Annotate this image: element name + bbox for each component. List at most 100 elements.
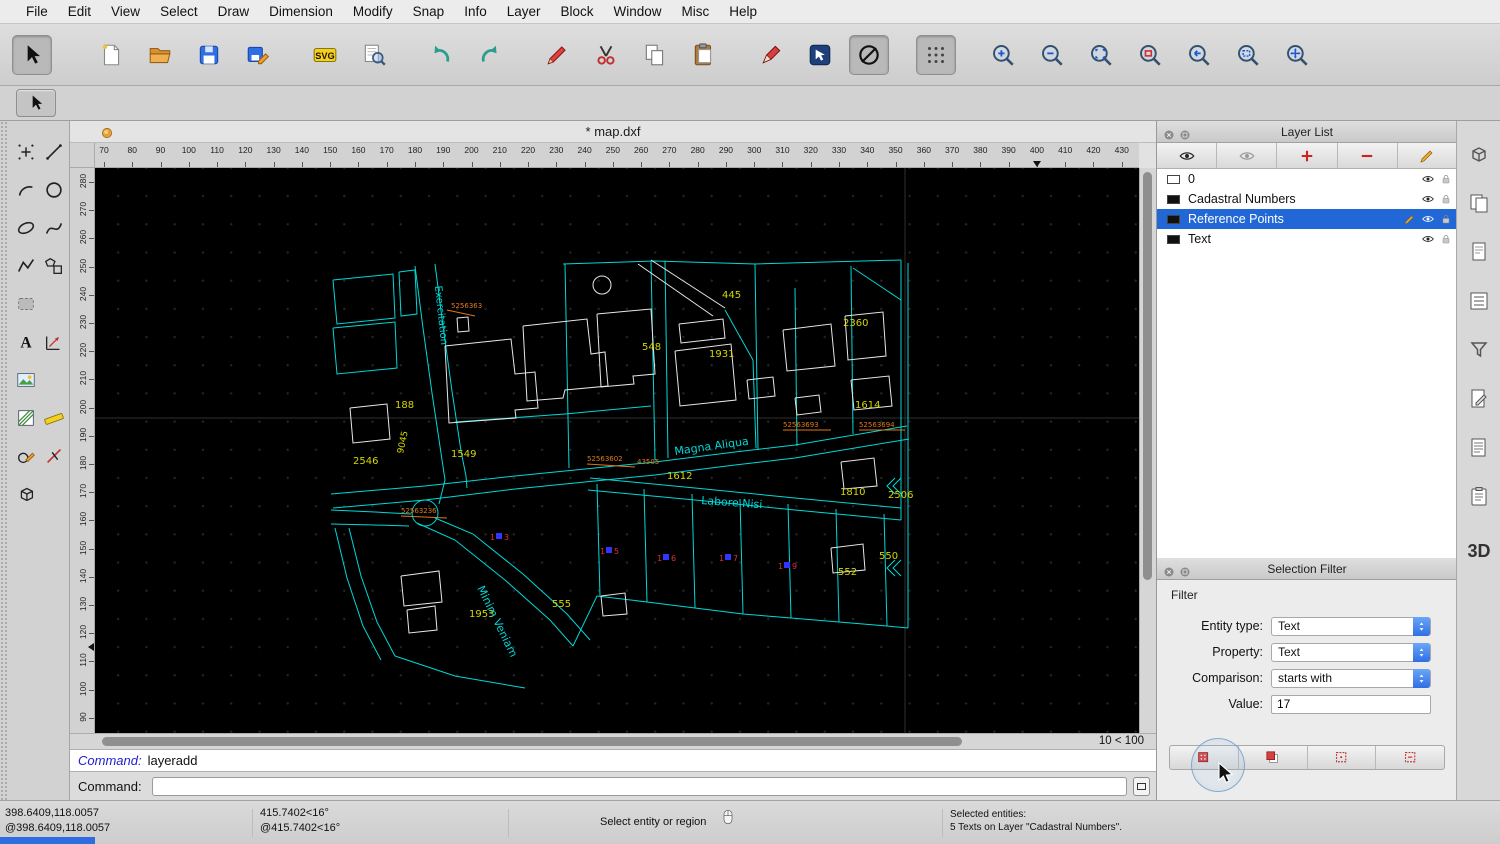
filter-entitytype-dropdown[interactable]: Text (1271, 617, 1431, 636)
edit-pen-button[interactable] (751, 35, 791, 75)
dimension-tool[interactable] (40, 323, 68, 361)
layer-visibility-toggle[interactable] (1421, 232, 1435, 246)
copy-button[interactable] (635, 35, 675, 75)
layer-toolbar-pencil-button[interactable] (1398, 143, 1457, 168)
zoom-in-button[interactable] (983, 35, 1023, 75)
dock-list-button[interactable] (1464, 286, 1494, 316)
selection-filter-close-button[interactable] (1163, 563, 1175, 575)
menu-select[interactable]: Select (150, 0, 208, 24)
ellipse-tool[interactable] (12, 209, 40, 247)
layer-toolbar-plus-button[interactable] (1277, 143, 1337, 168)
layer-row[interactable]: Reference Points (1157, 209, 1457, 229)
polyline-tool[interactable] (12, 247, 40, 285)
grid-toggle-button[interactable] (916, 35, 956, 75)
modify-tool[interactable] (12, 437, 40, 475)
dock-sheet-button[interactable] (1464, 237, 1494, 267)
vertical-scrollbar-thumb[interactable] (1143, 172, 1152, 580)
filter-value-input[interactable] (1271, 695, 1431, 714)
menu-misc[interactable]: Misc (672, 0, 720, 24)
palette-drag-handle[interactable] (0, 121, 8, 800)
command-options-button[interactable] (1133, 777, 1150, 796)
cut-button[interactable] (586, 35, 626, 75)
layer-lock-toggle[interactable] (1440, 193, 1452, 205)
layer-lock-toggle[interactable] (1440, 173, 1452, 185)
layer-toolbar-minus-button[interactable] (1338, 143, 1398, 168)
menu-help[interactable]: Help (719, 0, 767, 24)
menu-view[interactable]: View (101, 0, 150, 24)
layer-lock-toggle[interactable] (1440, 213, 1452, 225)
layer-row[interactable]: Cadastral Numbers (1157, 189, 1457, 209)
zoom-auto-button[interactable] (1081, 35, 1121, 75)
hatch-tool[interactable] (12, 285, 40, 323)
layer-lock-toggle[interactable] (1440, 233, 1452, 245)
dock-cube-button[interactable] (1464, 139, 1494, 169)
save-button[interactable] (189, 35, 229, 75)
drawing-canvas[interactable]: 4452360548193116141882546154990451612181… (95, 168, 1139, 733)
print-preview-button[interactable] (354, 35, 394, 75)
layer-visibility-toggle[interactable] (1421, 192, 1435, 206)
zoom-out-button[interactable] (1032, 35, 1072, 75)
measure-tool[interactable] (40, 399, 68, 437)
divide-tool[interactable] (40, 437, 68, 475)
dock-3d-label[interactable]: 3D (1457, 541, 1500, 562)
filter-deselect-dash-button[interactable] (1376, 746, 1444, 769)
layer-toolbar-eye-button[interactable] (1157, 143, 1217, 168)
layer-visibility-toggle[interactable] (1421, 212, 1435, 226)
new-document-button[interactable] (91, 35, 131, 75)
filter-comparison-dropdown[interactable]: starts with (1271, 669, 1431, 688)
previous-view-button[interactable] (1179, 35, 1219, 75)
menu-window[interactable]: Window (604, 0, 672, 24)
image-tool[interactable] (12, 361, 40, 399)
circle-tool[interactable] (40, 171, 68, 209)
text-tool[interactable]: A (12, 323, 40, 361)
filter-select-button[interactable] (1170, 746, 1239, 769)
dock-clipboard-button[interactable] (1464, 482, 1494, 512)
menu-block[interactable]: Block (551, 0, 604, 24)
menu-draw[interactable]: Draw (208, 0, 260, 24)
menu-info[interactable]: Info (454, 0, 497, 24)
selection-arrow-button[interactable] (12, 35, 52, 75)
shapes-tool[interactable] (40, 247, 68, 285)
hatch-color-tool[interactable] (12, 399, 40, 437)
menu-file[interactable]: File (16, 0, 58, 24)
arc-tool[interactable] (12, 171, 40, 209)
filter-property-dropdown[interactable]: Text (1271, 643, 1431, 662)
open-file-button[interactable] (140, 35, 180, 75)
menu-layer[interactable]: Layer (497, 0, 551, 24)
select-box-button[interactable] (800, 35, 840, 75)
dock-sheet-text-button[interactable] (1464, 433, 1494, 463)
points-tool[interactable] (12, 133, 40, 171)
box3d-tool[interactable] (12, 475, 40, 513)
filter-select-dots-button[interactable] (1308, 746, 1377, 769)
zoom-window-button[interactable] (1228, 35, 1268, 75)
horizontal-scrollbar-thumb[interactable] (102, 737, 962, 746)
paste-button[interactable] (684, 35, 724, 75)
draw-pencil-button[interactable] (537, 35, 577, 75)
svg-export-button[interactable]: SVG (305, 35, 345, 75)
horizontal-scrollbar[interactable]: 10 < 100 (70, 733, 1156, 749)
dock-sheet-pen-button[interactable] (1464, 384, 1494, 414)
layer-list-detach-button[interactable] (1179, 126, 1191, 138)
dock-sheets-button[interactable] (1464, 188, 1494, 218)
menu-modify[interactable]: Modify (343, 0, 403, 24)
spline-tool[interactable] (40, 209, 68, 247)
pan-button[interactable] (1277, 35, 1317, 75)
selection-filter-detach-button[interactable] (1179, 563, 1191, 575)
layer-row[interactable]: 0 (1157, 169, 1457, 189)
selection-tool-button[interactable] (16, 89, 56, 117)
layer-visibility-toggle[interactable] (1421, 172, 1435, 186)
circle-slash-button[interactable] (849, 35, 889, 75)
vertical-scrollbar[interactable] (1139, 168, 1156, 733)
redo-button[interactable] (470, 35, 510, 75)
filter-deselect-button[interactable] (1239, 746, 1308, 769)
dock-funnel-button[interactable] (1464, 335, 1494, 365)
menu-dimension[interactable]: Dimension (259, 0, 343, 24)
undo-button[interactable] (421, 35, 461, 75)
command-input[interactable] (152, 777, 1127, 796)
menu-edit[interactable]: Edit (58, 0, 101, 24)
line-tool[interactable] (40, 133, 68, 171)
save-as-button[interactable] (238, 35, 278, 75)
layer-list-close-button[interactable] (1163, 126, 1175, 138)
layer-toolbar-eye-off-button[interactable] (1217, 143, 1277, 168)
zoom-selection-button[interactable] (1130, 35, 1170, 75)
